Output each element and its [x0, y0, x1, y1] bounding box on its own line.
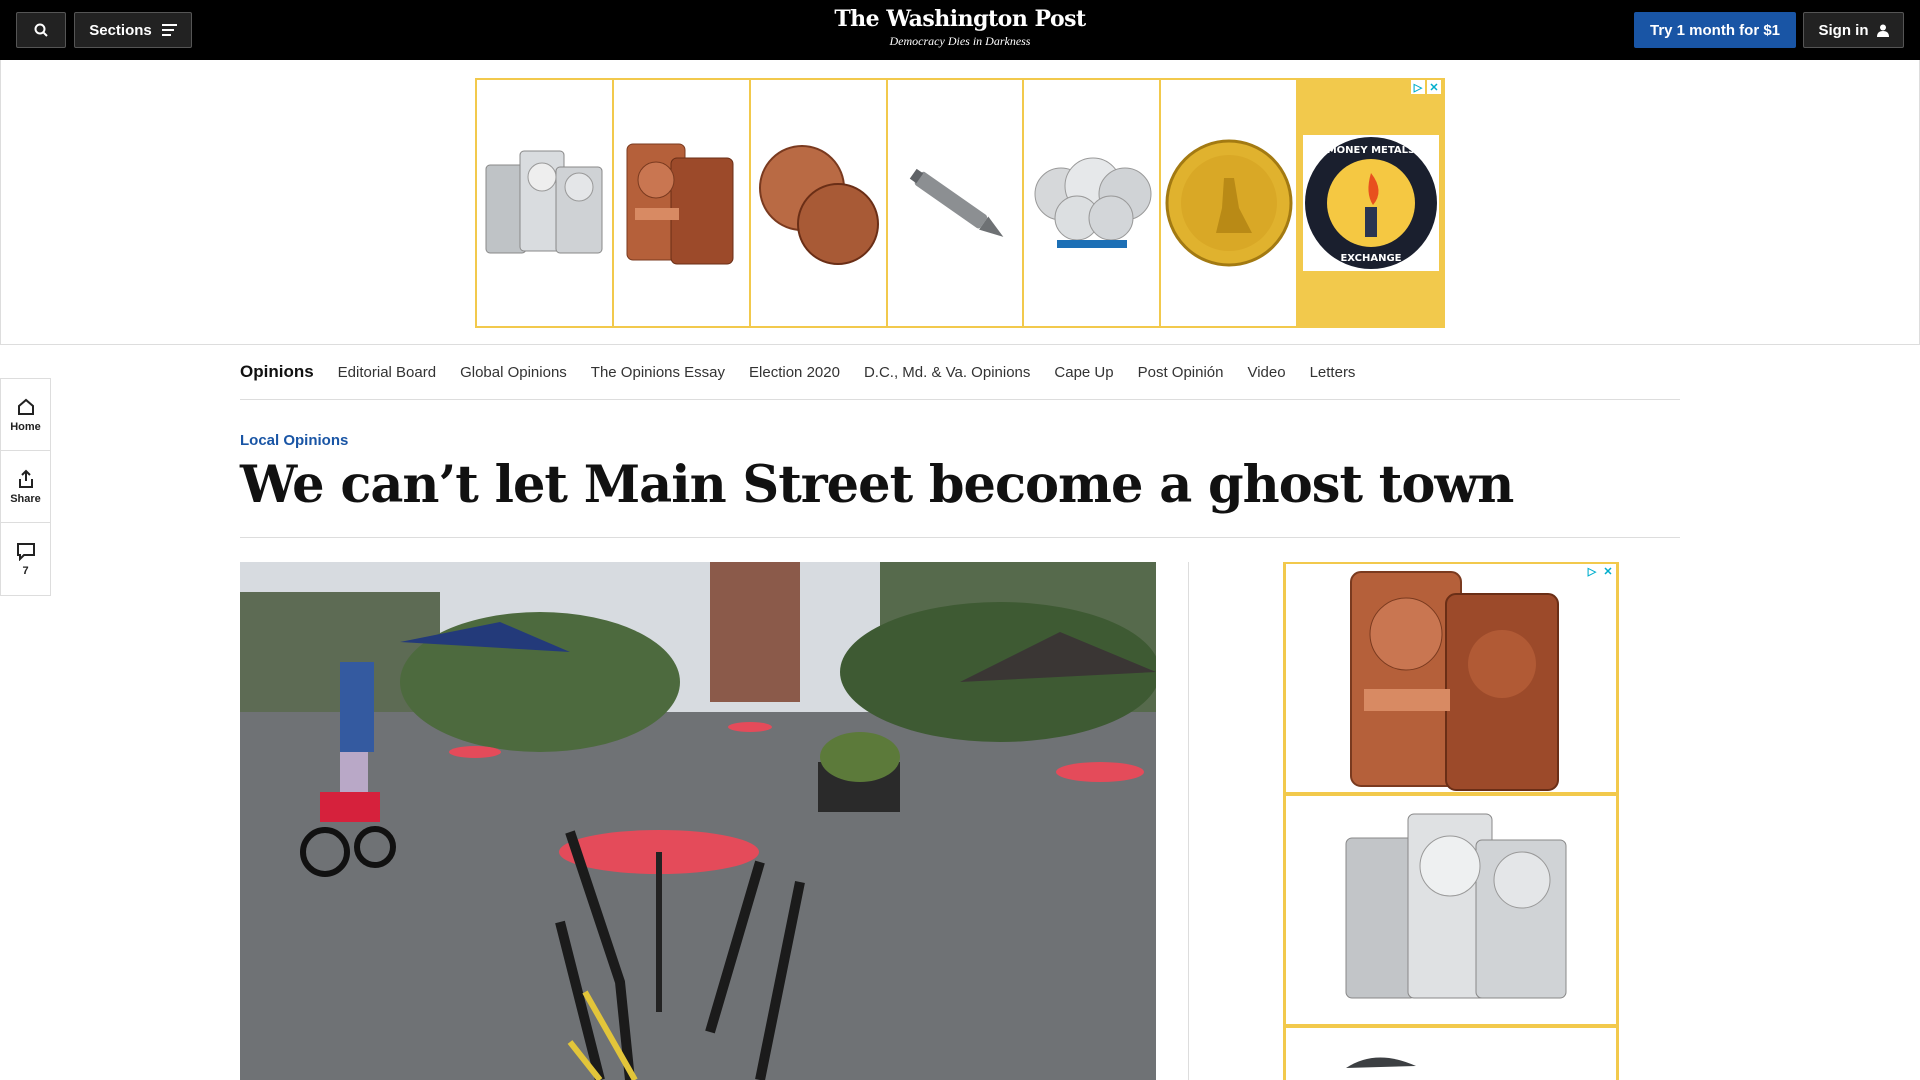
sidebar-ad-bullet-tile[interactable]: [1286, 1028, 1616, 1080]
ad-product-gold-kangaroo[interactable]: [1161, 80, 1297, 326]
ad-product-bullet[interactable]: [887, 80, 1023, 326]
column-divider: [1188, 562, 1189, 1080]
ad-product-copper-bars[interactable]: [613, 80, 749, 326]
sidebar-ad-copper-tile[interactable]: [1286, 564, 1616, 792]
gold-coin-image: [1165, 139, 1293, 267]
top-ad-banner[interactable]: MONEY METALS EXCHANGE ▷ ✕: [475, 78, 1445, 328]
ad-product-copper-coins[interactable]: [750, 80, 886, 326]
subnav-item-global-opinions[interactable]: Global Opinions: [460, 364, 567, 381]
top-navigation-bar: Sections The Washington Post Democracy D…: [0, 0, 1920, 60]
article-kicker[interactable]: Local Opinions: [240, 432, 348, 449]
sidebar-ad[interactable]: ▷ ✕: [1283, 562, 1619, 1080]
subnav-item-dc-md-va[interactable]: D.C., Md. & Va. Opinions: [864, 364, 1030, 381]
sidebar-ad-choices[interactable]: ▷ ✕: [1585, 564, 1615, 578]
site-logo[interactable]: The Washington Post Democracy Dies in Da…: [0, 6, 1920, 49]
copper-coins-image: [759, 145, 880, 265]
adchoices-icon[interactable]: ▷: [1411, 80, 1425, 94]
headline-divider: [240, 537, 1680, 538]
logo-name: The Washington Post: [834, 6, 1086, 32]
rail-share-label: Share: [10, 492, 41, 505]
side-rail: Home Share 7: [0, 378, 51, 596]
subnav-item-election-2020[interactable]: Election 2020: [749, 364, 840, 381]
subnav-item-opinions[interactable]: Opinions: [240, 362, 314, 382]
subnav-item-letters[interactable]: Letters: [1310, 364, 1356, 381]
rail-home-button[interactable]: Home: [1, 379, 50, 451]
rail-comments-count: 7: [22, 565, 29, 577]
lead-photo[interactable]: [240, 562, 1156, 1080]
silver-bars-image: [485, 150, 603, 254]
subnav-item-cape-up[interactable]: Cape Up: [1054, 364, 1113, 381]
article-headline: We can’t let Main Street become a ghost …: [240, 455, 1514, 515]
opinions-subnav: Opinions Editorial Board Global Opinions…: [240, 345, 1680, 400]
svg-text:MONEY METALS: MONEY METALS: [1326, 145, 1415, 156]
bullet-image: [909, 168, 1004, 237]
close-ad-icon[interactable]: ✕: [1601, 564, 1615, 578]
close-ad-icon[interactable]: ✕: [1427, 80, 1441, 94]
ad-brand-logo[interactable]: MONEY METALS EXCHANGE: [1298, 80, 1443, 326]
subnav-item-post-opinion[interactable]: Post Opinión: [1138, 364, 1224, 381]
subscribe-button[interactable]: Try 1 month for $1: [1634, 12, 1796, 48]
rail-share-button[interactable]: Share: [1, 451, 50, 523]
home-icon: [17, 398, 34, 415]
subnav-item-editorial-board[interactable]: Editorial Board: [338, 364, 436, 381]
copper-bars-image: [1350, 571, 1559, 791]
user-icon: [1876, 24, 1889, 37]
logo-tagline: Democracy Dies in Darkness: [889, 34, 1031, 48]
ad-product-silver-bars[interactable]: [477, 80, 612, 326]
subnav-item-opinions-essay[interactable]: The Opinions Essay: [591, 364, 725, 381]
street-scene-image: [240, 562, 1156, 1080]
svg-text:EXCHANGE: EXCHANGE: [1340, 253, 1401, 264]
copper-bars-image: [626, 143, 734, 265]
share-icon: [18, 469, 33, 488]
sign-in-button[interactable]: Sign in: [1803, 12, 1904, 48]
sidebar-ad-silver-tile[interactable]: [1286, 796, 1616, 1024]
rail-home-label: Home: [10, 420, 41, 433]
rail-comments-button[interactable]: 7: [1, 523, 50, 595]
silver-coins-image: [1034, 157, 1152, 248]
ad-product-silver-eagles[interactable]: [1024, 80, 1160, 326]
adchoices-icon[interactable]: ▷: [1585, 564, 1599, 578]
sign-in-label: Sign in: [1818, 21, 1869, 39]
silver-bars-image: [1345, 813, 1567, 999]
bullet-image: [1346, 1057, 1416, 1068]
comment-icon: [16, 543, 35, 561]
subnav-item-video[interactable]: Video: [1247, 364, 1285, 381]
money-metals-logo: MONEY METALS EXCHANGE: [1302, 135, 1439, 271]
ad-choices[interactable]: ▷ ✕: [1411, 80, 1441, 94]
